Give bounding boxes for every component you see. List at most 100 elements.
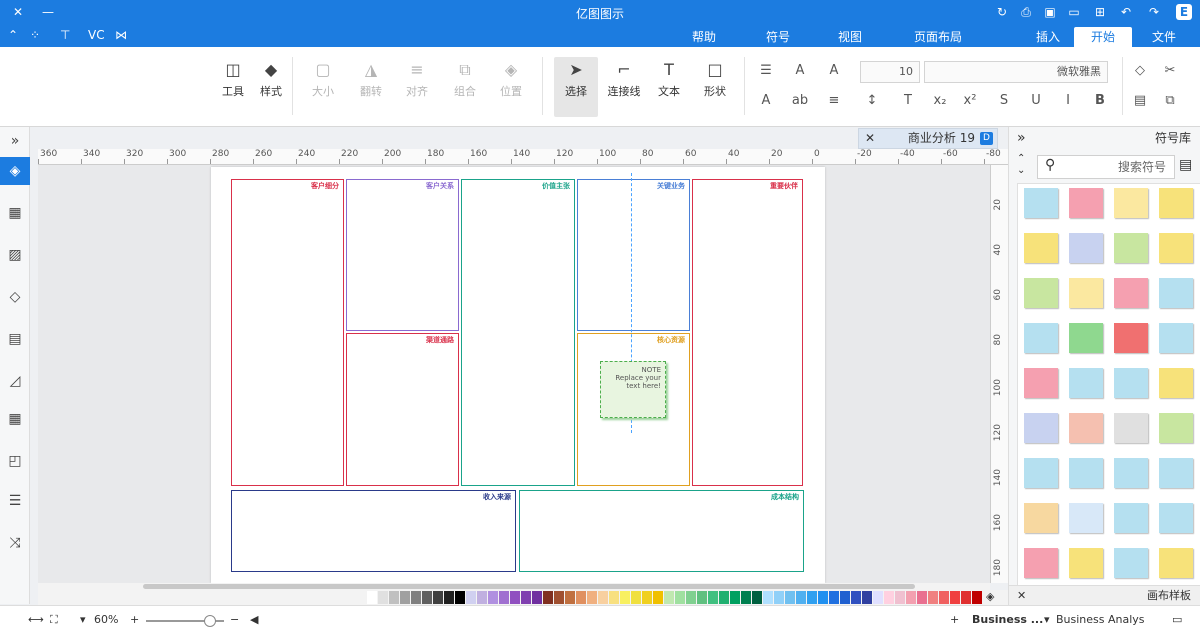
position-button[interactable]: ◈ 位置: [494, 57, 528, 117]
new-icon[interactable]: ⊞: [1092, 4, 1108, 20]
color-swatch[interactable]: [741, 591, 751, 604]
line-spacing-icon[interactable]: ≡: [824, 93, 844, 108]
color-swatch[interactable]: [785, 591, 795, 604]
sticky-note-symbol[interactable]: [1159, 233, 1193, 263]
color-swatch[interactable]: [873, 591, 883, 604]
color-swatch[interactable]: [499, 591, 509, 604]
zoom-in-icon[interactable]: +: [130, 613, 139, 626]
font-size-field[interactable]: 10: [860, 61, 920, 83]
color-swatch[interactable]: [576, 591, 586, 604]
sticky-note-symbol[interactable]: [1024, 458, 1058, 488]
page-label[interactable]: Business Analys: [1056, 613, 1145, 626]
gantt-icon[interactable]: ☰: [5, 491, 25, 511]
sticky-note-symbol[interactable]: [1024, 503, 1058, 533]
sticky-note-symbol[interactable]: [1024, 323, 1058, 353]
color-swatch[interactable]: [510, 591, 520, 604]
zoom-menu-icon[interactable]: ▾: [80, 613, 86, 626]
share-icon[interactable]: ⋈: [115, 28, 127, 42]
color-swatch[interactable]: [730, 591, 740, 604]
subscript-icon[interactable]: x₂: [930, 93, 950, 108]
mindmap-icon[interactable]: ◰: [5, 451, 25, 471]
sticky-note-symbol[interactable]: [1159, 458, 1193, 488]
color-swatch[interactable]: [796, 591, 806, 604]
color-swatch[interactable]: [587, 591, 597, 604]
search-input[interactable]: 搜索符号: [1037, 155, 1175, 179]
color-swatch[interactable]: [719, 591, 729, 604]
size-button[interactable]: ▢ 大小: [306, 57, 340, 117]
copy-icon[interactable]: ⧉: [1160, 93, 1180, 108]
color-swatch[interactable]: [906, 591, 916, 604]
layers-icon[interactable]: ◇: [5, 287, 25, 307]
redo-icon[interactable]: ↷: [1146, 4, 1162, 20]
color-swatch[interactable]: [752, 591, 762, 604]
strikethrough-icon[interactable]: S: [994, 93, 1014, 108]
horizontal-scrollbar[interactable]: [38, 583, 990, 590]
color-swatch[interactable]: [532, 591, 542, 604]
zoom-slider[interactable]: [146, 615, 224, 627]
sticky-note-symbol[interactable]: [1159, 188, 1193, 218]
connector-button[interactable]: ⌐ 连接线: [604, 57, 644, 117]
page[interactable]: 重要伙伴 关键业务 核心资源 价值主张 客户关系 渠道通路 客户细分 成本结构 …: [211, 167, 825, 583]
paste-icon[interactable]: ▤: [1130, 93, 1150, 108]
color-swatch[interactable]: [642, 591, 652, 604]
sticky-note-symbol[interactable]: [1114, 503, 1148, 533]
font-name-field[interactable]: 微软雅黑: [924, 61, 1108, 83]
box-revenue-streams[interactable]: 收入来源: [231, 490, 516, 572]
color-swatch[interactable]: [488, 591, 498, 604]
color-swatch[interactable]: [697, 591, 707, 604]
sticky-note-symbol[interactable]: [1024, 278, 1058, 308]
color-swatch[interactable]: [851, 591, 861, 604]
color-swatch[interactable]: [774, 591, 784, 604]
sticky-note-symbol[interactable]: [1069, 458, 1103, 488]
group-button[interactable]: ⧉ 组合: [448, 57, 482, 117]
color-swatch[interactable]: [939, 591, 949, 604]
sticky-note-symbol[interactable]: [1024, 548, 1058, 578]
color-swatch[interactable]: [477, 591, 487, 604]
color-swatch[interactable]: [433, 591, 443, 604]
grid-icon[interactable]: ▦: [5, 203, 25, 223]
zoom-out-icon[interactable]: −: [230, 613, 239, 626]
sticky-note-symbol[interactable]: [1114, 278, 1148, 308]
chart-icon[interactable]: ◿: [5, 371, 25, 391]
box-channels[interactable]: 渠道通路: [346, 333, 459, 486]
expand-icon[interactable]: »: [5, 131, 25, 151]
color-swatch[interactable]: [543, 591, 553, 604]
para-spacing-icon[interactable]: ↕: [862, 93, 882, 108]
shape-button[interactable]: □ 形状: [698, 57, 732, 117]
vc-label[interactable]: VC: [88, 28, 105, 42]
sticky-note-symbol[interactable]: [1069, 278, 1103, 308]
tab-page-layout[interactable]: 页面布局: [904, 27, 972, 47]
color-swatch[interactable]: [928, 591, 938, 604]
align-button[interactable]: ≡ 对齐: [400, 57, 434, 117]
color-swatch[interactable]: [950, 591, 960, 604]
page-tab[interactable]: Business ...: [972, 613, 1043, 626]
font-color-icon[interactable]: A: [756, 93, 776, 108]
tab-document[interactable]: ✕ 商业分析 19 D: [858, 128, 998, 149]
box-customer-relationships[interactable]: 客户关系: [346, 179, 459, 331]
collapse-icon[interactable]: ⌃: [8, 28, 18, 42]
italic-icon[interactable]: I: [1058, 93, 1078, 108]
sticky-note-symbol[interactable]: [1069, 188, 1103, 218]
box-value-proposition[interactable]: 价值主张: [461, 179, 575, 486]
sticky-note-symbol[interactable]: [1069, 413, 1103, 443]
zoom-handle[interactable]: [204, 615, 216, 627]
color-swatch[interactable]: [422, 591, 432, 604]
color-swatch[interactable]: [631, 591, 641, 604]
clear-format-icon[interactable]: T: [898, 93, 918, 108]
color-swatch[interactable]: [466, 591, 476, 604]
chevron-up-icon[interactable]: ⌃: [1017, 153, 1025, 164]
list-icon[interactable]: ☰: [756, 63, 776, 78]
library-icon[interactable]: ▤: [1179, 157, 1192, 173]
tab-help[interactable]: 帮助: [682, 27, 726, 47]
tab-home[interactable]: 开始: [1074, 27, 1132, 47]
tab-file[interactable]: 文件: [1142, 27, 1186, 47]
sticky-note-symbol[interactable]: [1159, 368, 1193, 398]
fullscreen-icon[interactable]: ⛶: [50, 613, 58, 627]
color-swatch[interactable]: [554, 591, 564, 604]
canvas[interactable]: 重要伙伴 关键业务 核心资源 价值主张 客户关系 渠道通路 客户细分 成本结构 …: [38, 165, 990, 583]
page-icon[interactable]: ▤: [5, 329, 25, 349]
sticky-note-symbol[interactable]: [1069, 323, 1103, 353]
sticky-note-symbol[interactable]: [1069, 233, 1103, 263]
tab-view[interactable]: 视图: [828, 27, 872, 47]
color-swatch[interactable]: [675, 591, 685, 604]
